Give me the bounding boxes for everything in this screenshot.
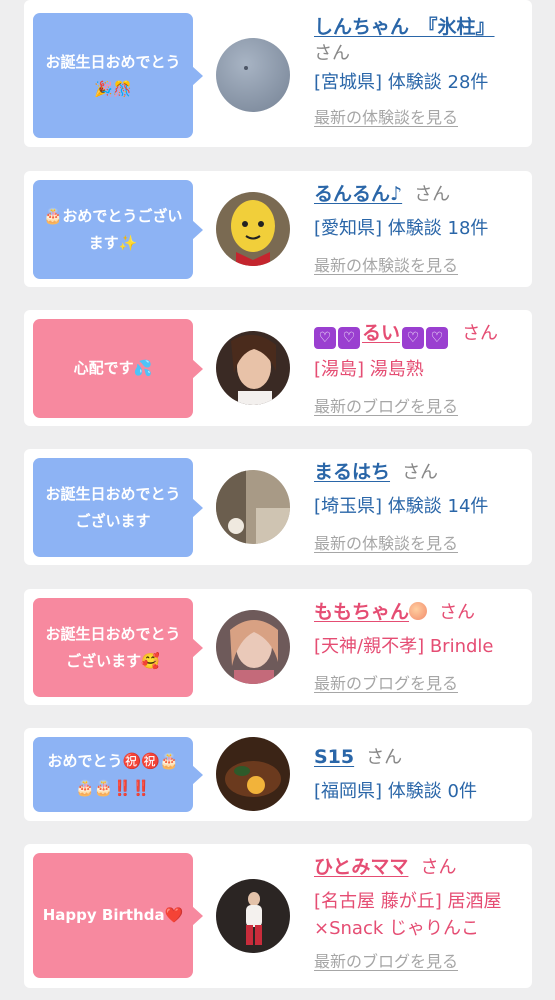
avatar[interactable]	[216, 737, 290, 811]
heart-icon: ♡	[314, 327, 336, 349]
latest-blog-link[interactable]: 最新のブログを見る	[314, 948, 458, 972]
list-item: 心配です💦 ♡ ♡ るい ♡ ♡ さん [湯島] 湯島熟 最新のブログを見る	[24, 310, 532, 426]
location-label: [名古屋 藤が丘] 居酒屋×Snack じゃりんこ	[314, 891, 502, 939]
list-item: Happy Birthda❤️ ひとみママ さん [名古屋 藤が丘] 居酒屋×S…	[24, 844, 532, 988]
message-text: Happy Birthda❤️	[42, 906, 184, 924]
user-name-link[interactable]: るい	[362, 322, 400, 344]
heart-icon: ♡	[402, 327, 425, 349]
message-bubble: 心配です💦	[33, 319, 203, 418]
message-bubble: Happy Birthda❤️	[33, 853, 203, 978]
honorific-label: さん	[420, 857, 457, 878]
user-name-link[interactable]: S15	[314, 746, 354, 768]
latest-reviews-link[interactable]: 最新の体験談を見る	[314, 530, 458, 554]
message-bubble: お誕生日おめでとうございます	[33, 458, 203, 557]
list-item: おめでとう㊗️㊗️🎂🎂🎂‼️‼️ S15 さん [福岡県] 体験談 0件	[24, 728, 532, 821]
message-text: お誕生日おめでとうございます	[45, 484, 181, 530]
user-name-link[interactable]: ももちゃん	[314, 601, 409, 623]
user-name-link[interactable]: まるはち	[314, 461, 390, 483]
location-label: [福岡県] 体験談 0件	[314, 781, 477, 802]
honorific-label: さん	[314, 43, 350, 64]
location-label: [宮城県] 体験談 28件	[314, 72, 489, 93]
message-text: 心配です💦	[73, 359, 153, 377]
list-item: お誕生日おめでとうございます🥰 ももちゃん さん [天神/親不孝] Brindl…	[24, 589, 532, 705]
peach-icon	[409, 602, 428, 620]
honorific-label: さん	[414, 184, 451, 205]
avatar[interactable]	[216, 470, 290, 544]
user-name-link[interactable]: ひとみママ	[314, 856, 408, 878]
message-list: お誕生日おめでとう🎉🎊 しんちゃん 『氷柱』 さん [宮城県] 体験談 28件	[0, 0, 555, 1000]
user-name-link[interactable]: るんるん♪	[314, 183, 402, 205]
message-text: 🎂おめでとうございます✨	[43, 206, 183, 252]
avatar[interactable]	[216, 331, 290, 405]
honorific-label: さん	[439, 602, 476, 623]
list-item: お誕生日おめでとうございます まるはち さん [埼玉県] 体験談 14件 最新の…	[24, 449, 532, 565]
message-text: お誕生日おめでとう🎉🎊	[45, 52, 181, 98]
message-bubble: お誕生日おめでとうございます🥰	[33, 598, 203, 697]
message-bubble: 🎂おめでとうございます✨	[33, 180, 203, 279]
message-bubble: お誕生日おめでとう🎉🎊	[33, 13, 203, 138]
avatar[interactable]	[216, 610, 290, 684]
latest-reviews-link[interactable]: 最新の体験談を見る	[314, 104, 458, 128]
avatar[interactable]	[216, 38, 290, 112]
heart-icon: ♡	[338, 327, 360, 349]
honorific-label: さん	[462, 323, 499, 344]
latest-blog-link[interactable]: 最新のブログを見る	[314, 670, 458, 694]
honorific-label: さん	[366, 747, 403, 768]
heart-icon: ♡	[426, 327, 449, 349]
location-label: [埼玉県] 体験談 14件	[314, 496, 489, 517]
latest-reviews-link[interactable]: 最新の体験談を見る	[314, 252, 458, 276]
honorific-label: さん	[402, 462, 439, 483]
avatar[interactable]	[216, 879, 290, 953]
avatar[interactable]	[216, 192, 290, 266]
user-name-link[interactable]: しんちゃん 『氷柱』	[314, 16, 495, 38]
message-text: お誕生日おめでとうございます🥰	[45, 624, 181, 670]
list-item: 🎂おめでとうございます✨ るんるん♪ さん [愛知県] 体験談 18件 最新の体…	[24, 171, 532, 287]
latest-blog-link[interactable]: 最新のブログを見る	[314, 393, 458, 417]
message-text: おめでとう㊗️㊗️🎂🎂🎂‼️‼️	[47, 751, 179, 797]
message-bubble: おめでとう㊗️㊗️🎂🎂🎂‼️‼️	[33, 737, 203, 812]
location-label: [湯島] 湯島熟	[314, 359, 424, 380]
list-item: お誕生日おめでとう🎉🎊 しんちゃん 『氷柱』 さん [宮城県] 体験談 28件	[24, 0, 532, 147]
location-label: [愛知県] 体験談 18件	[314, 218, 489, 239]
location-label: [天神/親不孝] Brindle	[314, 636, 494, 657]
